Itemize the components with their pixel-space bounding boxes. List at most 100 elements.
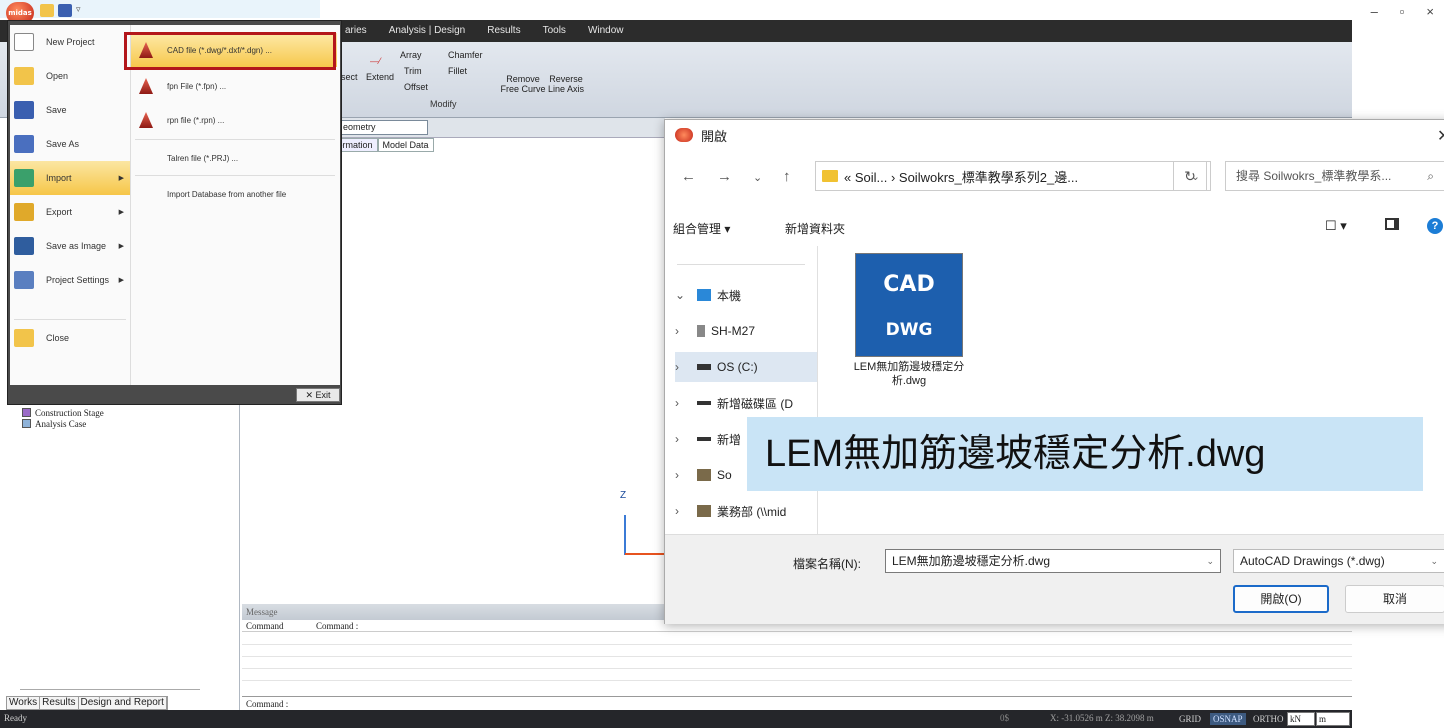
menu-new-project[interactable]: New Project	[10, 25, 130, 59]
menu-label: Open	[46, 71, 69, 81]
app-menu-commands: New Project Open Save Save As Import ▶ Ex…	[10, 25, 130, 385]
menu-project-settings[interactable]: Project Settings ▶	[10, 263, 130, 297]
import-rpn-file[interactable]: rpn file (*.rpn) ...	[131, 103, 337, 137]
menu-results[interactable]: Results	[487, 20, 520, 42]
menu-label: Save As	[46, 139, 80, 149]
filetype-select[interactable]: AutoCAD Drawings (*.dwg) ⌄	[1233, 549, 1444, 573]
filename-label: 檔案名稱(N):	[793, 557, 861, 571]
chevron-down-icon[interactable]: ⌄	[1206, 550, 1214, 572]
up-arrow-icon[interactable]: ↑	[783, 168, 791, 185]
remove-free-curve-button[interactable]: Remove Free Curve	[500, 74, 546, 94]
image-icon	[14, 237, 34, 255]
menu-divider	[14, 319, 126, 320]
exit-button[interactable]: ✕ Exit	[296, 388, 340, 402]
expand-icon: ›	[675, 432, 679, 446]
import-icon	[14, 169, 34, 187]
cancel-button[interactable]: 取消	[1345, 585, 1444, 613]
offset-button[interactable]: Offset	[404, 82, 428, 92]
menu-analysis-design[interactable]: Analysis | Design	[389, 20, 466, 42]
menu-open[interactable]: Open	[10, 59, 130, 93]
tree-label: Construction Stage	[35, 407, 104, 418]
expand-icon: ⌄	[675, 288, 686, 302]
reverse-line-axis-button[interactable]: Reverse Line Axis	[546, 74, 586, 94]
nav-network-sales[interactable]: › 業務部 (\\mid	[675, 496, 817, 526]
organize-button[interactable]: 組合管理 ▾	[673, 220, 730, 237]
menu-save-as[interactable]: Save As	[10, 127, 130, 161]
open-folder-icon	[14, 67, 34, 85]
search-box[interactable]: 搜尋 Soilwokrs_標準教學系... ⌕	[1225, 161, 1444, 191]
menu-label: Export	[46, 207, 73, 217]
search-icon: ⌕	[1427, 169, 1434, 183]
nav-sh-m27[interactable]: › SH-M27	[675, 316, 817, 346]
tab-model-data[interactable]: Model Data	[377, 138, 434, 152]
array-button[interactable]: Array	[400, 50, 422, 60]
nav-label: OS (C:)	[717, 360, 758, 374]
tab-works[interactable]: Works	[7, 697, 41, 709]
filetype-value: AutoCAD Drawings (*.dwg)	[1240, 554, 1385, 568]
submenu-arrow-icon: ▶	[118, 277, 124, 284]
submenu-label: rpn file (*.rpn) ...	[167, 115, 225, 125]
forward-arrow-icon[interactable]: →	[717, 168, 732, 185]
menu-save[interactable]: Save	[10, 93, 130, 127]
trim-button[interactable]: Trim	[404, 66, 422, 76]
import-database[interactable]: Import Database from another file	[131, 177, 337, 211]
force-unit-select[interactable]: kN	[1287, 712, 1315, 726]
z-axis-label: Z	[620, 490, 627, 501]
preview-pane-icon[interactable]	[1385, 218, 1399, 230]
tab-results[interactable]: Results	[40, 697, 79, 709]
works-tree: Construction Stage Analysis Case	[22, 407, 104, 429]
dialog-close-button[interactable]: ✕	[1437, 126, 1444, 146]
close-button[interactable]: ×	[1426, 0, 1434, 20]
import-talren-file[interactable]: Talren file (*.PRJ) ...	[131, 141, 337, 175]
menu-export[interactable]: Export ▶	[10, 195, 130, 229]
length-unit-select[interactable]: m	[1316, 712, 1350, 726]
filename-input[interactable]: LEM無加筋邊坡穩定分析.dwg ⌄	[885, 549, 1221, 573]
tab-design-report[interactable]: Design and Report	[79, 697, 167, 709]
menu-import[interactable]: Import ▶	[10, 161, 130, 195]
submenu-arrow-icon: ▶	[118, 243, 124, 250]
back-arrow-icon[interactable]: ←	[681, 168, 696, 185]
refresh-button[interactable]: ↻	[1173, 161, 1207, 191]
submenu-label: Talren file (*.PRJ) ...	[167, 153, 239, 163]
osnap-toggle[interactable]: OSNAP	[1210, 713, 1246, 725]
save-icon[interactable]	[58, 3, 72, 17]
submenu-divider	[135, 139, 335, 140]
extend-icon: —⁄	[370, 56, 381, 66]
help-icon[interactable]: ?	[1427, 218, 1443, 234]
network-drive-icon	[697, 505, 711, 517]
nav-volume-d[interactable]: › 新增磁碟區 (D	[675, 388, 817, 418]
menu-geometries[interactable]: aries	[345, 20, 367, 42]
tree-item-construction-stage[interactable]: Construction Stage	[22, 407, 104, 418]
menu-tools[interactable]: Tools	[543, 20, 566, 42]
restore-button[interactable]: ▫	[1400, 0, 1405, 20]
window-controls: – ▫ ×	[1371, 0, 1434, 20]
fillet-button[interactable]: Fillet	[448, 66, 467, 76]
command-line[interactable]: Command :	[242, 696, 1352, 710]
new-folder-button[interactable]: 新增資料夾	[785, 220, 845, 237]
extend-button[interactable]: Extend	[366, 72, 394, 82]
import-fpn-file[interactable]: fpn File (*.fpn) ...	[131, 69, 337, 103]
menu-close[interactable]: Close	[10, 321, 130, 355]
navigation-pane: ⌄ 本機 › SH-M27 › OS (C:) › 新增磁碟區 (D › 新增 › So ›…	[665, 246, 825, 536]
view-options-icon[interactable]: ☐ ▾	[1325, 218, 1347, 234]
ribbon-group-label: Modify	[430, 99, 457, 109]
import-submenu: CAD file (*.dwg/*.dxf/*.dgn) ... fpn Fil…	[130, 25, 340, 385]
address-bar[interactable]: « Soil... › Soilwokrs_標準教學系列2_邊... ⌄	[815, 161, 1211, 191]
grid-toggle[interactable]: GRID	[1176, 713, 1204, 725]
chamfer-button[interactable]: Chamfer	[448, 50, 483, 60]
submenu-divider	[135, 175, 335, 176]
ortho-toggle[interactable]: ORTHO	[1250, 713, 1286, 725]
geometry-select[interactable]: eometry	[340, 120, 428, 135]
qat-dropdown[interactable]: ▿	[76, 4, 84, 17]
open-folder-icon[interactable]	[40, 3, 54, 17]
tree-item-analysis-case[interactable]: Analysis Case	[22, 418, 104, 429]
menu-window[interactable]: Window	[588, 20, 624, 42]
nav-os-c[interactable]: › OS (C:)	[675, 352, 817, 382]
open-button[interactable]: 開啟(O)	[1233, 585, 1329, 613]
menu-save-as-image[interactable]: Save as Image ▶	[10, 229, 130, 263]
recent-dropdown-icon[interactable]: ⌄	[753, 171, 762, 184]
expand-icon: ›	[675, 504, 679, 518]
nav-this-pc[interactable]: ⌄ 本機	[675, 280, 817, 310]
file-item[interactable]: CAD DWG LEM無加筋邊坡穩定分析.dwg	[853, 253, 965, 395]
minimize-button[interactable]: –	[1371, 0, 1378, 20]
